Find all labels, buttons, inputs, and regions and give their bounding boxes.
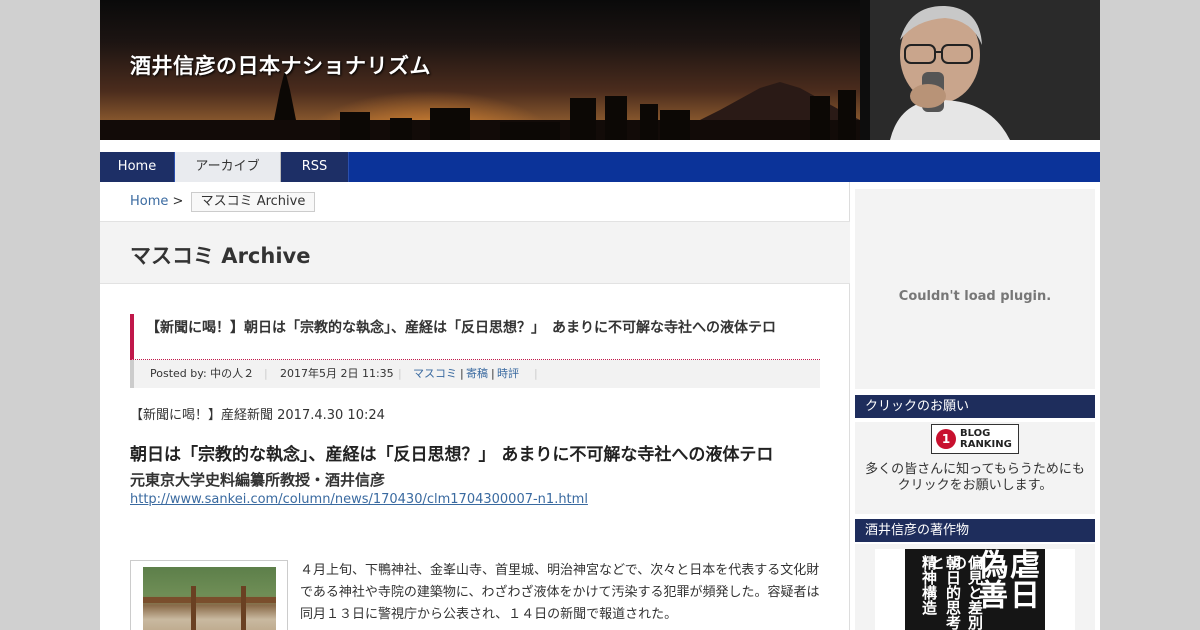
photo-fence-rail — [143, 597, 276, 603]
nav-archive[interactable]: アーカイブ — [175, 152, 281, 182]
breadcrumb-home-link[interactable]: Home — [130, 194, 168, 209]
book-link[interactable]: 偏見と差別の 朝日的思考と 精神構造 虐日偽善 — [875, 549, 1075, 630]
post-thumbnail[interactable] — [130, 560, 288, 630]
post-body: ４月上旬、下鴨神社、金峯山寺、首里城、明治神宮などで、次々と日本を代表する文化財… — [300, 563, 820, 622]
main-nav: Home アーカイブ RSS — [100, 152, 1100, 182]
breadcrumb-current: マスコミ Archive — [190, 192, 316, 212]
meta-divider: | — [264, 367, 268, 380]
widget-books: 偏見と差別の 朝日的思考と 精神構造 虐日偽善 — [855, 544, 1095, 630]
archive-title: マスコミ Archive — [130, 244, 311, 268]
book-cover-image: 偏見と差別の 朝日的思考と 精神構造 虐日偽善 — [905, 549, 1045, 630]
widget-title-click-request: クリックのお願い — [855, 395, 1095, 418]
post-meta: Posted by: 中の人２ | 2017年5月 2日 11:35 | マスコ… — [130, 360, 820, 388]
book-cover-text: 精神構造 — [920, 555, 938, 615]
category-link-masukomi[interactable]: マスコミ — [413, 360, 457, 388]
category-link-kikou[interactable]: 寄稿 — [466, 360, 488, 388]
ranking-badge-bottom: RANKING — [960, 439, 1012, 450]
ranking-badge-top: BLOG — [960, 428, 991, 439]
breadcrumb-separator: > — [172, 194, 184, 209]
header-gap — [100, 140, 1100, 152]
header-banner: 酒井信彦の日本ナショナリズム — [100, 0, 1100, 140]
blog-ranking-button[interactable]: 1 BLOG RANKING — [931, 424, 1019, 454]
site-title[interactable]: 酒井信彦の日本ナショナリズム — [130, 50, 431, 80]
post-title-block: 【新聞に喝！】朝日は「宗教的な執念」、産経は「反日思想？」 あまりに不可解な寺社… — [130, 314, 820, 360]
main-content: Home > マスコミ Archive マスコミ Archive 【新聞に喝！】… — [100, 182, 850, 630]
post-author: Posted by: 中の人２ — [150, 367, 255, 380]
meta-divider: | — [398, 367, 402, 380]
post-byline: 元東京大学史料編纂所教授・酒井信彦 — [130, 471, 386, 489]
book-cover-text: 朝日的思考と — [928, 555, 962, 630]
page: 酒井信彦の日本ナショナリズム Home アーカイブ RSS Home > マスコ… — [100, 0, 1100, 630]
widget-click-request: 1 BLOG RANKING 多くの皆さんに知ってもらうためにもクリックをお願い… — [855, 422, 1095, 514]
breadcrumb: Home > マスコミ Archive — [130, 192, 316, 212]
nav-rss[interactable]: RSS — [281, 152, 349, 182]
meta-divider: | — [534, 367, 538, 380]
ranking-logo-icon: 1 — [936, 429, 956, 449]
plugin-placeholder: Couldn't load plugin. — [855, 189, 1095, 389]
photo-fence-post — [191, 586, 196, 630]
category-link-jihyou[interactable]: 時評 — [497, 360, 519, 388]
post-headline: 朝日は「宗教的な執念」、産経は「反日思想？」 あまりに不可解な寺社への液体テロ — [130, 445, 774, 465]
post-date: 2017年5月 2日 11:35 — [280, 367, 394, 380]
category-separator: | — [491, 367, 495, 380]
widget-title-books: 酒井信彦の著作物 — [855, 519, 1095, 542]
sidebar: Couldn't load plugin. クリックのお願い 1 BLOG RA… — [850, 182, 1100, 630]
book-cover-title: 虐日偽善 — [972, 549, 1039, 609]
source-url-link[interactable]: http://www.sankei.com/column/news/170430… — [130, 492, 588, 507]
photo-fence-post — [241, 586, 246, 630]
author-portrait — [860, 0, 1100, 140]
archive-header: マスコミ Archive — [100, 221, 850, 284]
post-title-link[interactable]: 【新聞に喝！】朝日は「宗教的な執念」、産経は「反日思想？」 あまりに不可解な寺社… — [146, 319, 816, 337]
plugin-error-message: Couldn't load plugin. — [898, 289, 1052, 304]
post-lead: 【新聞に喝！】産経新聞 2017.4.30 10:24 — [130, 408, 385, 423]
category-separator: | — [460, 367, 464, 380]
click-request-text: 多くの皆さんに知ってもらうためにもクリックをお願いします。 — [865, 462, 1085, 493]
nav-home[interactable]: Home — [100, 152, 175, 182]
